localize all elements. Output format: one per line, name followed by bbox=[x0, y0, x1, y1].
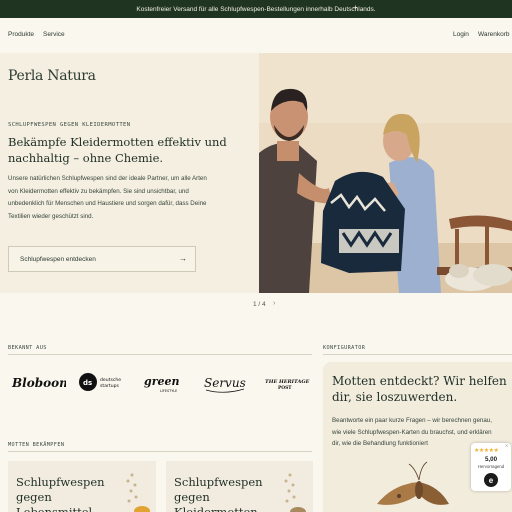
moth-illustration bbox=[377, 461, 449, 505]
wasp-card-illustration bbox=[126, 473, 150, 512]
press-logo-deutsche-startups: ds deutsche startups bbox=[78, 370, 130, 396]
svg-text:Bloboom: Bloboom bbox=[11, 376, 66, 390]
press-logo-bloboom: Bloboom bbox=[10, 370, 66, 396]
cta-label: Schlupfwespen entdecken bbox=[20, 256, 96, 263]
close-badge-icon[interactable]: ✕ bbox=[505, 443, 508, 448]
nav-item-service[interactable]: Service bbox=[43, 31, 65, 38]
trusted-shops-seal-icon: e bbox=[484, 473, 498, 487]
announcement-bar: Kostenfreier Versand für alle Schlupfwes… bbox=[0, 0, 512, 18]
svg-text:ds: ds bbox=[83, 379, 92, 387]
moths-section-label: MOTTEN BEKÄMPFEN bbox=[8, 442, 65, 448]
trusted-shops-badge[interactable]: ✕ ★★★★★ 5,00 Hervorragend e bbox=[471, 443, 511, 491]
slide-indicator: 1 / 4 bbox=[253, 301, 266, 308]
known-from-divider bbox=[8, 354, 312, 355]
moths-divider bbox=[8, 451, 312, 452]
configurator-divider bbox=[323, 354, 512, 355]
arrow-right-icon: → bbox=[179, 254, 187, 263]
press-logo-heritage-post: THE HERITAGE POST bbox=[263, 370, 311, 396]
svg-text:Servus: Servus bbox=[204, 376, 246, 390]
svg-text:LIFESTYLE: LIFESTYLE bbox=[160, 389, 177, 393]
press-logo-green-lifestyle: green LIFESTYLE bbox=[142, 370, 186, 396]
close-announcement-button[interactable]: + bbox=[353, 4, 358, 12]
product-card-food-moths[interactable]: Schlupfwespen gegen Lebensmittel bbox=[8, 461, 156, 512]
rating-stars-icon: ★★★★★ bbox=[474, 448, 499, 454]
hero-headline: Bekämpfe Kleidermotten effektiv und nach… bbox=[8, 135, 227, 165]
brand-logo[interactable]: Perla Natura bbox=[8, 68, 96, 84]
product-card-title: Schlupfwespen gegen Kleidermotten bbox=[174, 475, 263, 512]
svg-text:startups: startups bbox=[100, 383, 120, 389]
nav-item-cart[interactable]: Warenkorb bbox=[478, 31, 510, 38]
nav-item-login[interactable]: Login bbox=[453, 31, 469, 38]
svg-text:deutsche: deutsche bbox=[100, 377, 121, 383]
product-card-title: Schlupfwespen gegen Lebensmittel bbox=[16, 475, 105, 512]
discover-wasps-button[interactable]: Schlupfwespen entdecken → bbox=[8, 246, 196, 272]
wasp-card-illustration bbox=[284, 473, 306, 512]
press-logo-servus: Servus bbox=[202, 370, 248, 396]
hero-eyebrow: SCHLUPFWESPEN GEGEN KLEIDERMOTTEN bbox=[8, 122, 131, 128]
rating-label: Hervorragend bbox=[477, 464, 505, 469]
product-card-clothes-moths[interactable]: Schlupfwespen gegen Kleidermotten bbox=[166, 461, 313, 512]
svg-text:green: green bbox=[144, 375, 179, 388]
known-from-label: BEKANNT AUS bbox=[8, 345, 47, 351]
nav-item-produkte[interactable]: Produkte bbox=[8, 31, 34, 38]
configurator-title: Motten entdeckt? Wir helfen dir, sie los… bbox=[332, 374, 507, 404]
hero-description: Unsere natürlichen Schlupfwespen sind de… bbox=[8, 175, 207, 220]
svg-text:POST: POST bbox=[278, 386, 292, 391]
configurator-label: KONFIGURATOR bbox=[323, 345, 366, 351]
hero-photo bbox=[259, 53, 512, 293]
rating-score: 5,00 bbox=[484, 456, 498, 463]
announcement-text: Kostenfreier Versand für alle Schlupfwes… bbox=[136, 5, 376, 13]
next-slide-button[interactable]: › bbox=[273, 300, 275, 307]
main-nav: Produkte Service Login Warenkorb bbox=[0, 18, 512, 53]
svg-text:THE HERITAGE: THE HERITAGE bbox=[265, 379, 310, 385]
